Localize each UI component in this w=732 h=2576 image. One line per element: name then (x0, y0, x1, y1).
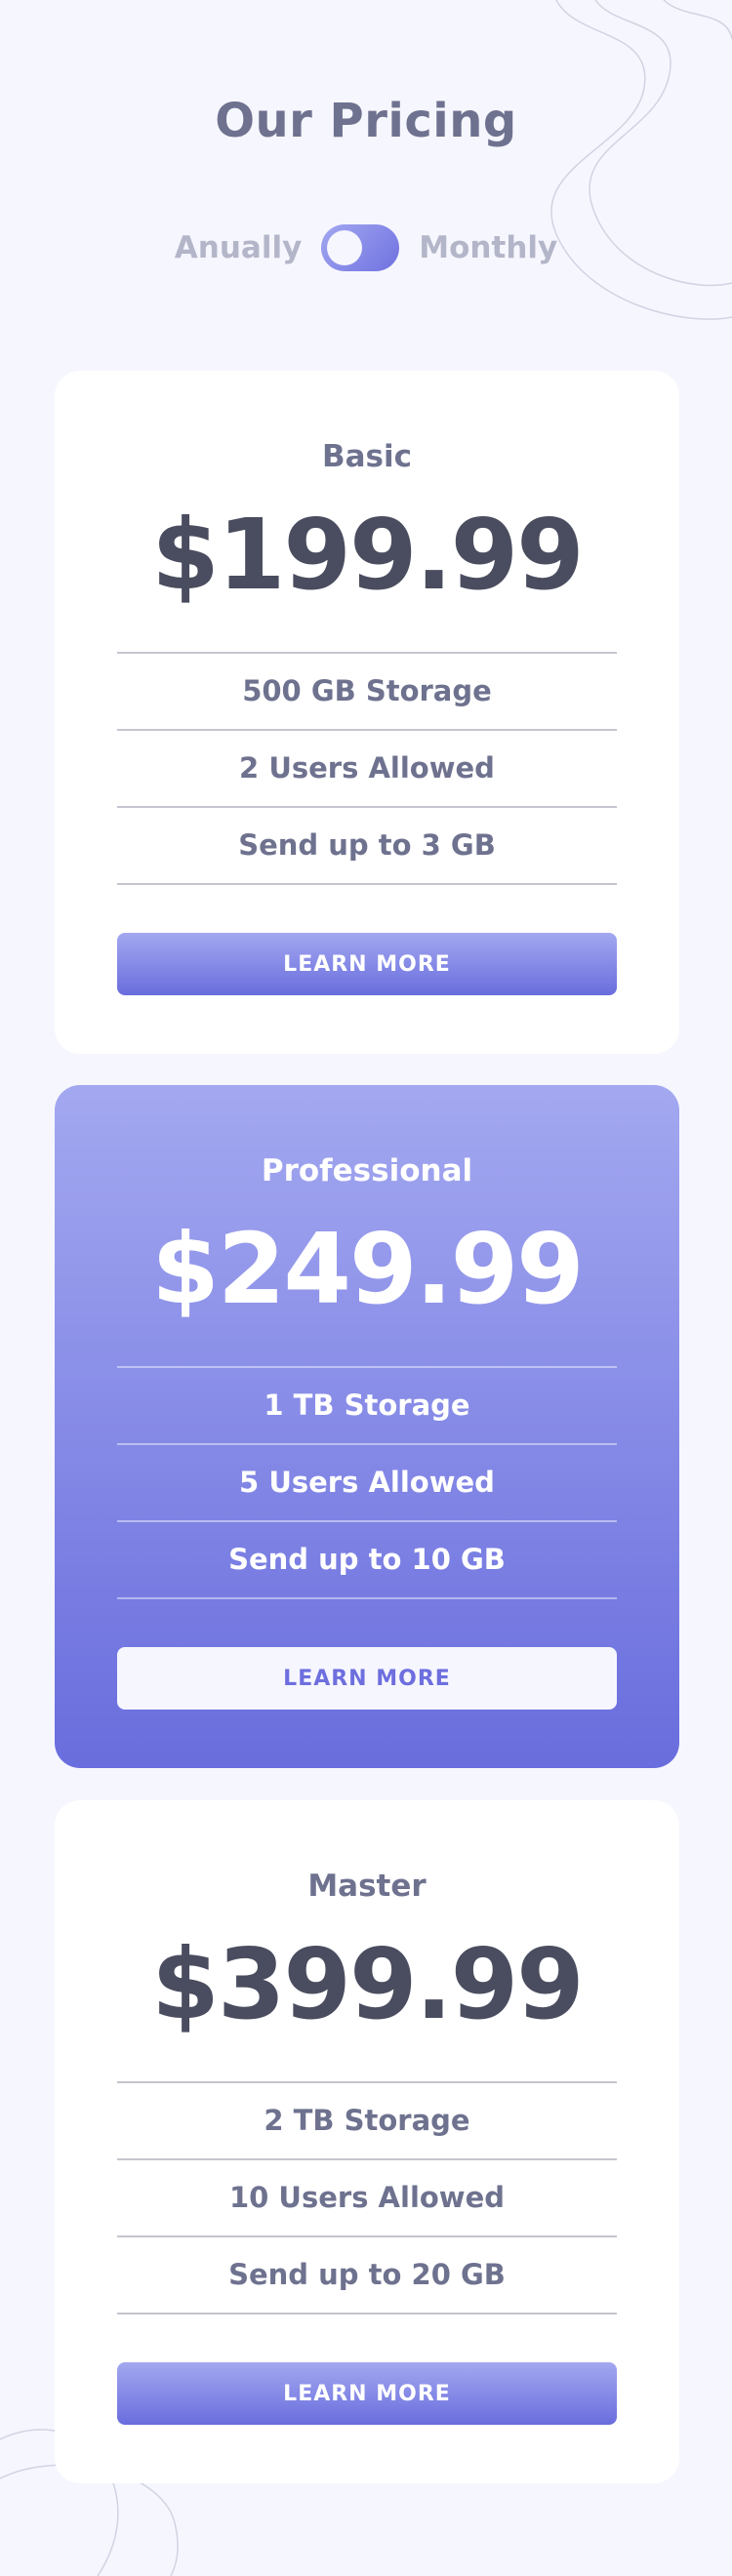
feature-list: 1 TB Storage 5 Users Allowed Send up to … (117, 1366, 617, 1599)
billing-toggle-row: Anually Monthly (0, 222, 732, 273)
feature-item: 500 GB Storage (117, 654, 617, 731)
learn-more-button[interactable]: LEARN MORE (117, 1647, 617, 1710)
plan-name: Basic (321, 439, 412, 474)
feature-item: 5 Users Allowed (117, 1445, 617, 1522)
billing-period-toggle[interactable] (321, 224, 400, 271)
plan-name: Master (307, 1869, 427, 1904)
pricing-card-professional: Professional $249.99 1 TB Storage 5 User… (55, 1085, 679, 1768)
feature-list: 2 TB Storage 10 Users Allowed Send up to… (117, 2081, 617, 2314)
pricing-card-basic: Basic $199.99 500 GB Storage 2 Users All… (55, 371, 679, 1054)
feature-item: Send up to 10 GB (117, 1522, 617, 1599)
page-title: Our Pricing (215, 94, 517, 148)
learn-more-button[interactable]: LEARN MORE (117, 2362, 617, 2425)
feature-item: 2 Users Allowed (117, 731, 617, 808)
monthly-label[interactable]: Monthly (419, 230, 557, 265)
learn-more-button[interactable]: LEARN MORE (117, 933, 617, 995)
feature-list: 500 GB Storage 2 Users Allowed Send up t… (117, 652, 617, 885)
feature-item: 1 TB Storage (117, 1368, 617, 1445)
toggle-knob (327, 230, 363, 265)
feature-item: Send up to 3 GB (117, 808, 617, 885)
plan-price: $249.99 (151, 1212, 584, 1326)
pricing-card-master: Master $399.99 2 TB Storage 10 Users All… (55, 1800, 679, 2483)
plan-price: $199.99 (151, 498, 584, 612)
plan-name: Professional (261, 1153, 473, 1188)
feature-item: 2 TB Storage (117, 2083, 617, 2160)
feature-item: 10 Users Allowed (117, 2160, 617, 2237)
feature-item: Send up to 20 GB (117, 2237, 617, 2314)
annually-label[interactable]: Anually (175, 230, 303, 265)
plan-price: $399.99 (151, 1927, 584, 2041)
background-wave-top (550, 0, 732, 320)
